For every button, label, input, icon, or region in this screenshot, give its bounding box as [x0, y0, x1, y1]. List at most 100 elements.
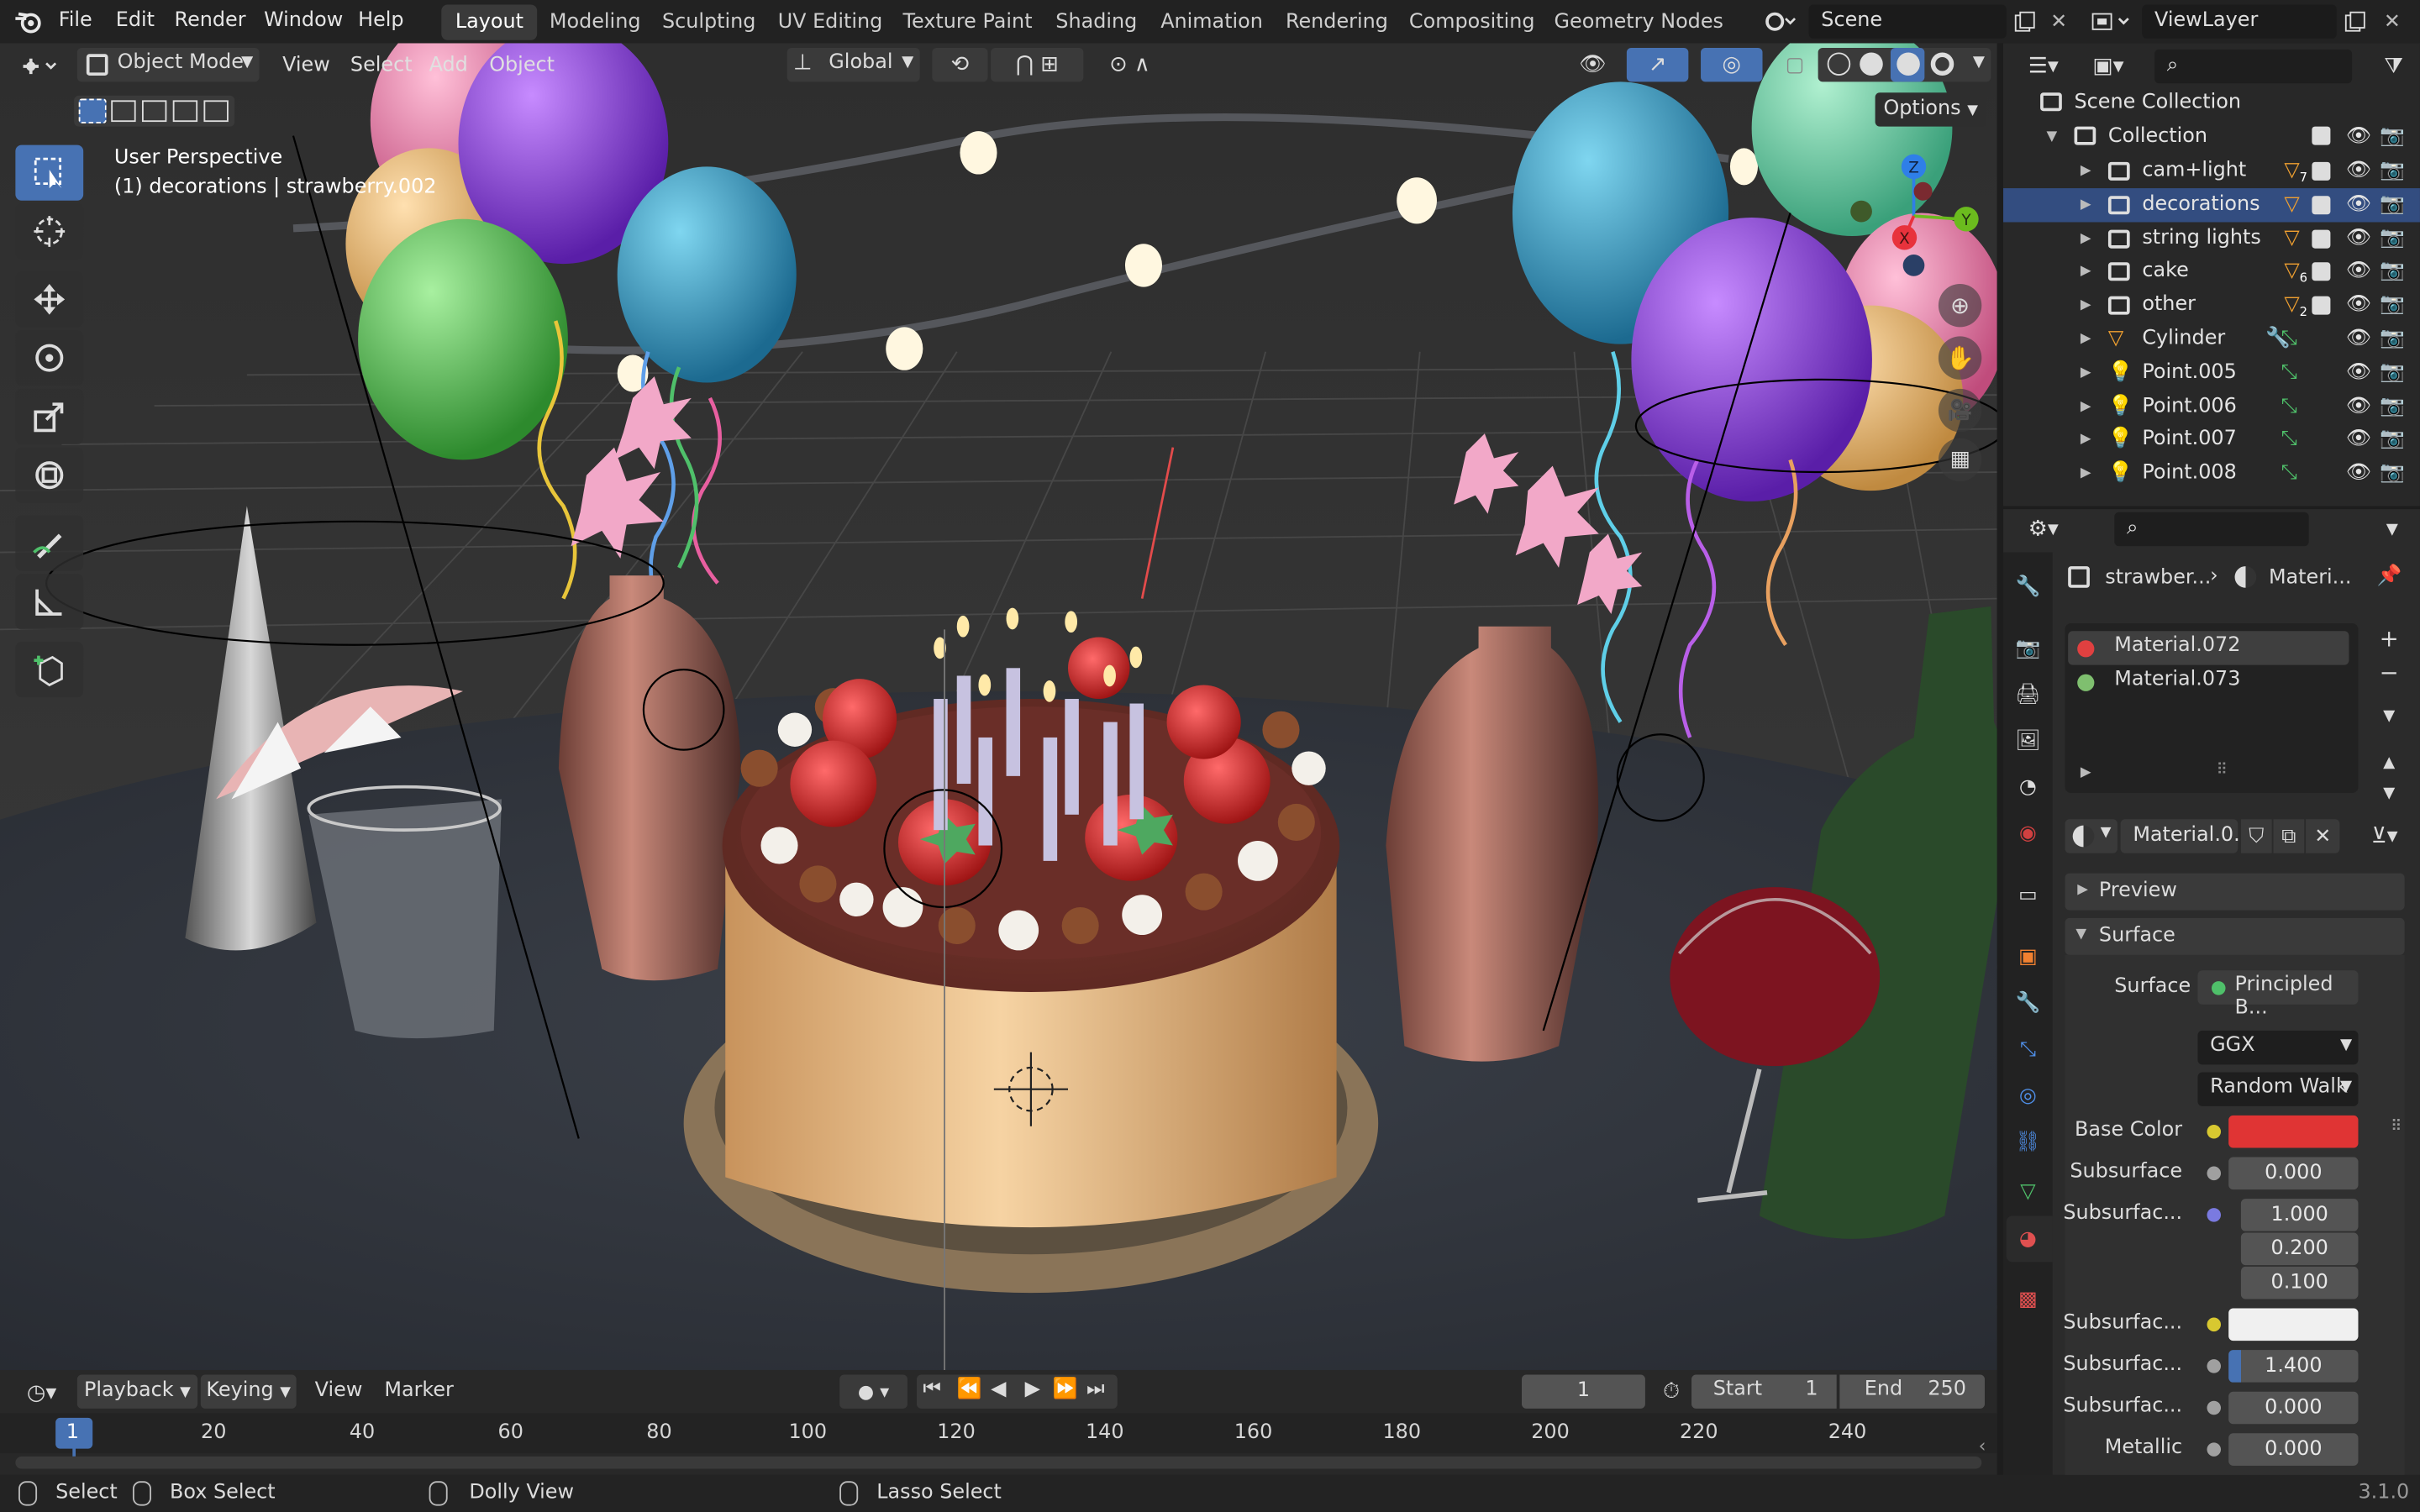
prev-keyframe-icon[interactable]: ⏪ [957, 1378, 982, 1401]
tab-modeling[interactable]: Modeling [535, 5, 655, 40]
play-reverse-icon[interactable]: ◀ [991, 1378, 1006, 1401]
socket-dot-icon[interactable] [2207, 1442, 2222, 1457]
expand-arrow-icon[interactable]: ▶ [2081, 390, 2091, 423]
transform-tool-icon[interactable] [15, 447, 84, 503]
socket-dot-icon[interactable] [2207, 1317, 2222, 1332]
render-tab-icon[interactable]: 📷 [2003, 623, 2053, 673]
eye-visibility-icon[interactable]: 👁 [2346, 323, 2371, 356]
menu-render[interactable]: Render [175, 0, 246, 43]
expand-arrow-icon[interactable]: ▶ [2081, 222, 2091, 255]
menu-file[interactable]: File [59, 0, 92, 43]
outliner-row[interactable]: ▶ cam+light ▽7 👁 📷 [2003, 155, 2420, 188]
timeline-editor-type-icon[interactable]: ◷▾ [15, 1376, 67, 1410]
material-slot-item[interactable]: Material.072 [2068, 631, 2349, 665]
scale-tool-icon[interactable] [15, 388, 84, 444]
socket-dot-icon[interactable] [2207, 1208, 2222, 1222]
socket-dot-icon[interactable] [2207, 1359, 2222, 1373]
select-new-icon[interactable] [78, 98, 107, 123]
display-mode-icon[interactable]: ▣▾ [2081, 50, 2136, 83]
chevron-down-icon[interactable]: ▼ [2377, 512, 2408, 546]
expand-arrow-icon[interactable]: ▶ [2081, 255, 2091, 289]
expand-arrow-icon[interactable]: ▶ [2081, 188, 2091, 222]
jump-end-icon[interactable]: ⏭ [1086, 1378, 1104, 1401]
options-dropdown[interactable]: Options ▼ [1875, 92, 1986, 127]
viewport-menu-select[interactable]: Select [350, 52, 413, 80]
properties-search-input[interactable]: ⌕ [2114, 512, 2309, 547]
delete-view-layer-icon[interactable]: ✕ [2377, 6, 2408, 37]
exclude-checkbox-icon[interactable] [2312, 195, 2331, 214]
use-preview-range-icon[interactable]: ⏱ [1655, 1374, 1688, 1408]
expand-arrow-icon[interactable]: ▶ [2081, 323, 2091, 356]
zoom-view-icon[interactable]: ⊕ [1938, 283, 1982, 328]
delete-scene-icon[interactable]: ✕ [2044, 6, 2075, 37]
rendered-shading-icon[interactable] [1930, 52, 1954, 76]
material-preview-shading-icon[interactable] [1890, 47, 1925, 82]
chevron-down-icon[interactable]: ▼ [1973, 54, 1985, 71]
eye-visibility-icon[interactable]: 👁 [2346, 120, 2371, 154]
render-camera-icon[interactable]: 📷 [2380, 390, 2405, 423]
outliner-row[interactable]: ▶ 💡 Point.006 ⤡ 👁 📷 [2003, 390, 2420, 423]
unlink-material-icon[interactable]: ✕ [2306, 819, 2340, 853]
surface-panel-header[interactable]: ▼ Surface [2065, 917, 2405, 955]
outliner-row[interactable]: ▶ 💡 Point.007 ⤡ 👁 📷 [2003, 423, 2420, 457]
fake-user-shield-icon[interactable]: ⛉ [2240, 819, 2272, 853]
add-cube-tool-icon[interactable] [15, 642, 84, 698]
outliner-row[interactable]: ▶ 💡 Point.005 ⤡ 👁 📷 [2003, 356, 2420, 390]
property-value-field[interactable]: 1.000 [2240, 1199, 2359, 1231]
timeline-scrollbar[interactable] [15, 1456, 1982, 1469]
subsurface-color-swatch[interactable] [2228, 1308, 2359, 1341]
drag-handle-icon[interactable]: ⠿ [2391, 1119, 2402, 1136]
material-name-field[interactable]: Material.0... [2120, 819, 2253, 853]
surface-shader-selector[interactable]: Principled B... [2197, 970, 2359, 1020]
exclude-checkbox-icon[interactable] [2312, 161, 2331, 181]
render-camera-icon[interactable]: 📷 [2380, 222, 2405, 255]
tab-rendering[interactable]: Rendering [1271, 5, 1402, 40]
output-tab-icon[interactable]: 🖨 [2003, 669, 2053, 719]
eye-visibility-icon[interactable]: 👁 [2346, 423, 2371, 457]
next-keyframe-icon[interactable]: ⏩ [1053, 1378, 1078, 1401]
outliner-row[interactable]: ▶ decorations ▽ 👁 📷 [2003, 187, 2420, 223]
mode-dropdown[interactable]: Object Mode ▼ [76, 47, 260, 82]
modifiers-tab-icon[interactable]: 🔧 [2003, 978, 2053, 1027]
current-frame-field[interactable]: 1 [1521, 1374, 1645, 1409]
collection-tab-icon[interactable]: ▭ [2003, 870, 2053, 920]
resize-handle-icon[interactable]: ⠿ [2217, 762, 2228, 779]
expand-arrow-icon[interactable]: ▶ [2081, 457, 2091, 491]
expand-arrow-icon[interactable]: ▶ [2081, 765, 2091, 780]
start-frame-field[interactable]: Start 1 [1691, 1374, 1837, 1409]
expand-arrow-icon[interactable]: ▼ [2046, 120, 2057, 154]
camera-view-icon[interactable]: 🎥 [1938, 388, 1982, 433]
select-box-tool-icon[interactable] [15, 144, 84, 201]
outliner-row[interactable]: ▶ string lights ▽ 👁 📷 [2003, 222, 2420, 255]
exclude-checkbox-icon[interactable] [2312, 262, 2331, 281]
eye-visibility-icon[interactable]: 👁 [2346, 188, 2371, 222]
solid-shading-icon[interactable] [1860, 52, 1883, 76]
expand-arrow-icon[interactable]: ▶ [2081, 356, 2091, 390]
outliner-row[interactable]: ▶ other ▽2 👁 📷 [2003, 289, 2420, 323]
select-intersect-icon[interactable] [203, 100, 229, 123]
menu-window[interactable]: Window [264, 0, 343, 43]
property-value-field[interactable]: 0.200 [2240, 1232, 2359, 1266]
object-tab-icon[interactable]: ▣ [2003, 932, 2053, 981]
property-value-field[interactable]: 0.000 [2228, 1157, 2359, 1190]
eye-visibility-icon[interactable]: 👁 [2346, 289, 2371, 323]
end-frame-field[interactable]: End 250 [1839, 1374, 1985, 1409]
view-layer-tab-icon[interactable]: 🖼 [2003, 716, 2053, 765]
physics-tab-icon[interactable]: ◎ [2003, 1071, 2053, 1121]
preview-panel-header[interactable]: ▶ Preview [2065, 873, 2405, 911]
xray-toggle-icon[interactable]: ▢ [1778, 48, 1812, 81]
menu-edit[interactable]: Edit [116, 0, 155, 43]
auto-keying-record-icon[interactable]: ● ▾ [839, 1374, 908, 1409]
render-camera-icon[interactable]: 📷 [2380, 457, 2405, 491]
play-icon[interactable]: ▶ [1025, 1378, 1040, 1401]
cursor-tool-icon[interactable] [15, 203, 84, 260]
render-camera-icon[interactable]: 📷 [2380, 155, 2405, 188]
scene-tab-icon[interactable]: ◔ [2003, 762, 2053, 811]
tab-shading[interactable]: Shading [1042, 5, 1151, 40]
snap-magnet-icon[interactable]: ⋂ ⊞ [991, 47, 1084, 82]
eye-visibility-icon[interactable]: 👁 [2346, 255, 2371, 289]
tab-uv-editing[interactable]: UV Editing [764, 5, 897, 40]
property-value-field[interactable]: 1.400 [2228, 1350, 2359, 1383]
tab-sculpting[interactable]: Sculpting [648, 5, 770, 40]
keying-menu[interactable]: Keying ▼ [200, 1374, 297, 1409]
